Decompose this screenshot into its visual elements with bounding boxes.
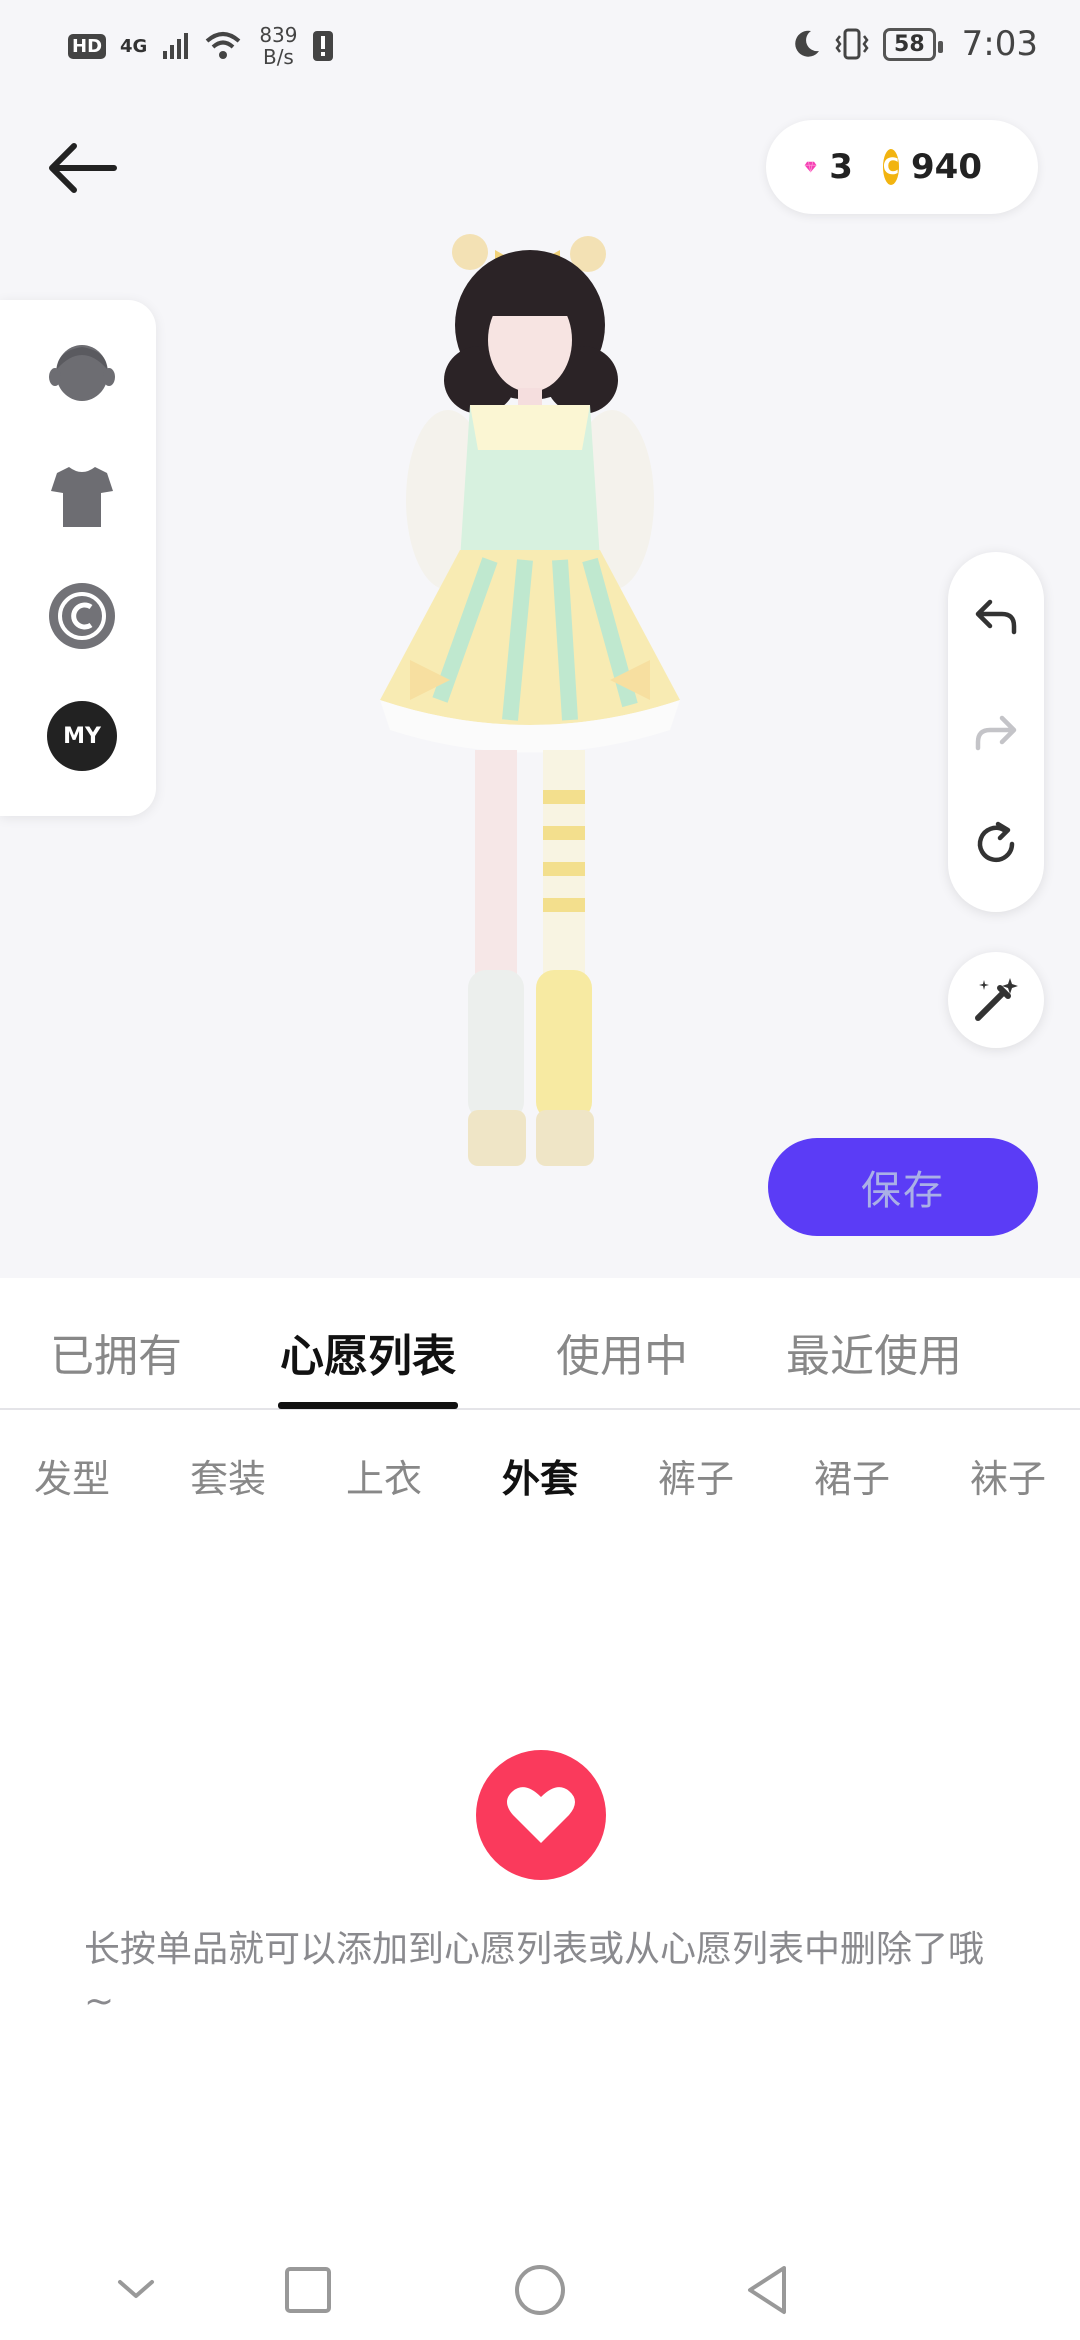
subcategory-bar: 发型 套装 上衣 外套 裤子 裙子 袜子 (0, 1448, 1080, 1508)
copyright-category-button[interactable] (46, 580, 118, 652)
subcat-socks[interactable]: 袜子 (970, 1448, 1046, 1503)
vibrate-icon (835, 28, 869, 60)
redo-button[interactable] (972, 708, 1020, 756)
back-button[interactable] (44, 136, 120, 200)
clothing-category-button[interactable] (46, 460, 118, 532)
my-category-button[interactable]: MY (46, 700, 118, 772)
empty-wishlist-badge (476, 1750, 606, 1880)
redo-icon (975, 715, 1017, 751)
tab-wishlist[interactable]: 心愿列表 (280, 1320, 456, 1384)
subcat-pants[interactable]: 裤子 (658, 1448, 734, 1503)
undo-icon (975, 599, 1017, 635)
tab-recent[interactable]: 最近使用 (786, 1320, 962, 1384)
my-badge: MY (47, 701, 117, 771)
active-tab-indicator (278, 1402, 458, 1409)
undo-button[interactable] (972, 592, 1020, 640)
network-speed: 839 B/s (259, 23, 298, 69)
home-button[interactable] (510, 2260, 570, 2320)
collection-tabs: 已拥有 心愿列表 使用中 最近使用 (0, 1290, 1080, 1410)
subcat-skirt[interactable]: 裙子 (814, 1448, 890, 1503)
magic-wand-button[interactable] (948, 952, 1044, 1048)
edit-tools-panel (948, 552, 1044, 912)
subcat-hairstyle[interactable]: 发型 (34, 1448, 110, 1503)
arrow-left-icon (49, 143, 117, 193)
currency-balance[interactable]: 3 C 940 (766, 120, 1038, 214)
gem-count: 3 (829, 147, 853, 187)
save-button[interactable]: 保存 (768, 1138, 1038, 1236)
battery-indicator: 58 (883, 27, 943, 61)
square-icon (285, 2267, 331, 2313)
diamond-icon (804, 161, 817, 173)
recents-button[interactable] (278, 2260, 338, 2320)
empty-state-message: 长按单品就可以添加到心愿列表或从心愿列表中删除了哦~ (84, 1929, 985, 2022)
status-bar: HD 4G 839 B/s 58 7:03 (0, 0, 1080, 92)
subcat-outfit[interactable]: 套装 (190, 1448, 266, 1503)
signal-icon (163, 33, 189, 59)
subcat-top[interactable]: 上衣 (346, 1448, 422, 1503)
tab-owned[interactable]: 已拥有 (50, 1320, 182, 1384)
reset-button[interactable] (972, 820, 1020, 868)
coin-count: 940 (911, 147, 982, 187)
face-category-button[interactable] (46, 340, 118, 412)
clock: 7:03 (961, 24, 1038, 64)
alert-icon (312, 31, 333, 61)
shirt-icon (51, 467, 113, 527)
copyright-icon (49, 583, 115, 649)
hd-icon: HD (68, 33, 107, 59)
circle-icon (515, 2265, 565, 2315)
chevron-down-icon (118, 2280, 154, 2298)
triangle-back-icon (748, 2266, 786, 2314)
system-nav-bar (0, 2240, 1080, 2340)
wifi-icon (206, 32, 241, 59)
moon-icon (795, 30, 820, 57)
category-panel: MY (0, 300, 156, 816)
heart-icon (507, 1787, 575, 1843)
avatar-character (380, 234, 680, 1166)
coin-icon: C (882, 149, 900, 185)
tab-in-use[interactable]: 使用中 (556, 1320, 688, 1384)
magic-wand-icon (975, 978, 1018, 1021)
network-type: 4G (120, 35, 148, 57)
subcat-coat[interactable]: 外套 (502, 1448, 578, 1503)
collapse-button[interactable] (106, 2260, 166, 2320)
face-icon (49, 345, 115, 401)
refresh-icon (977, 821, 1015, 863)
system-back-button[interactable] (738, 2260, 798, 2320)
